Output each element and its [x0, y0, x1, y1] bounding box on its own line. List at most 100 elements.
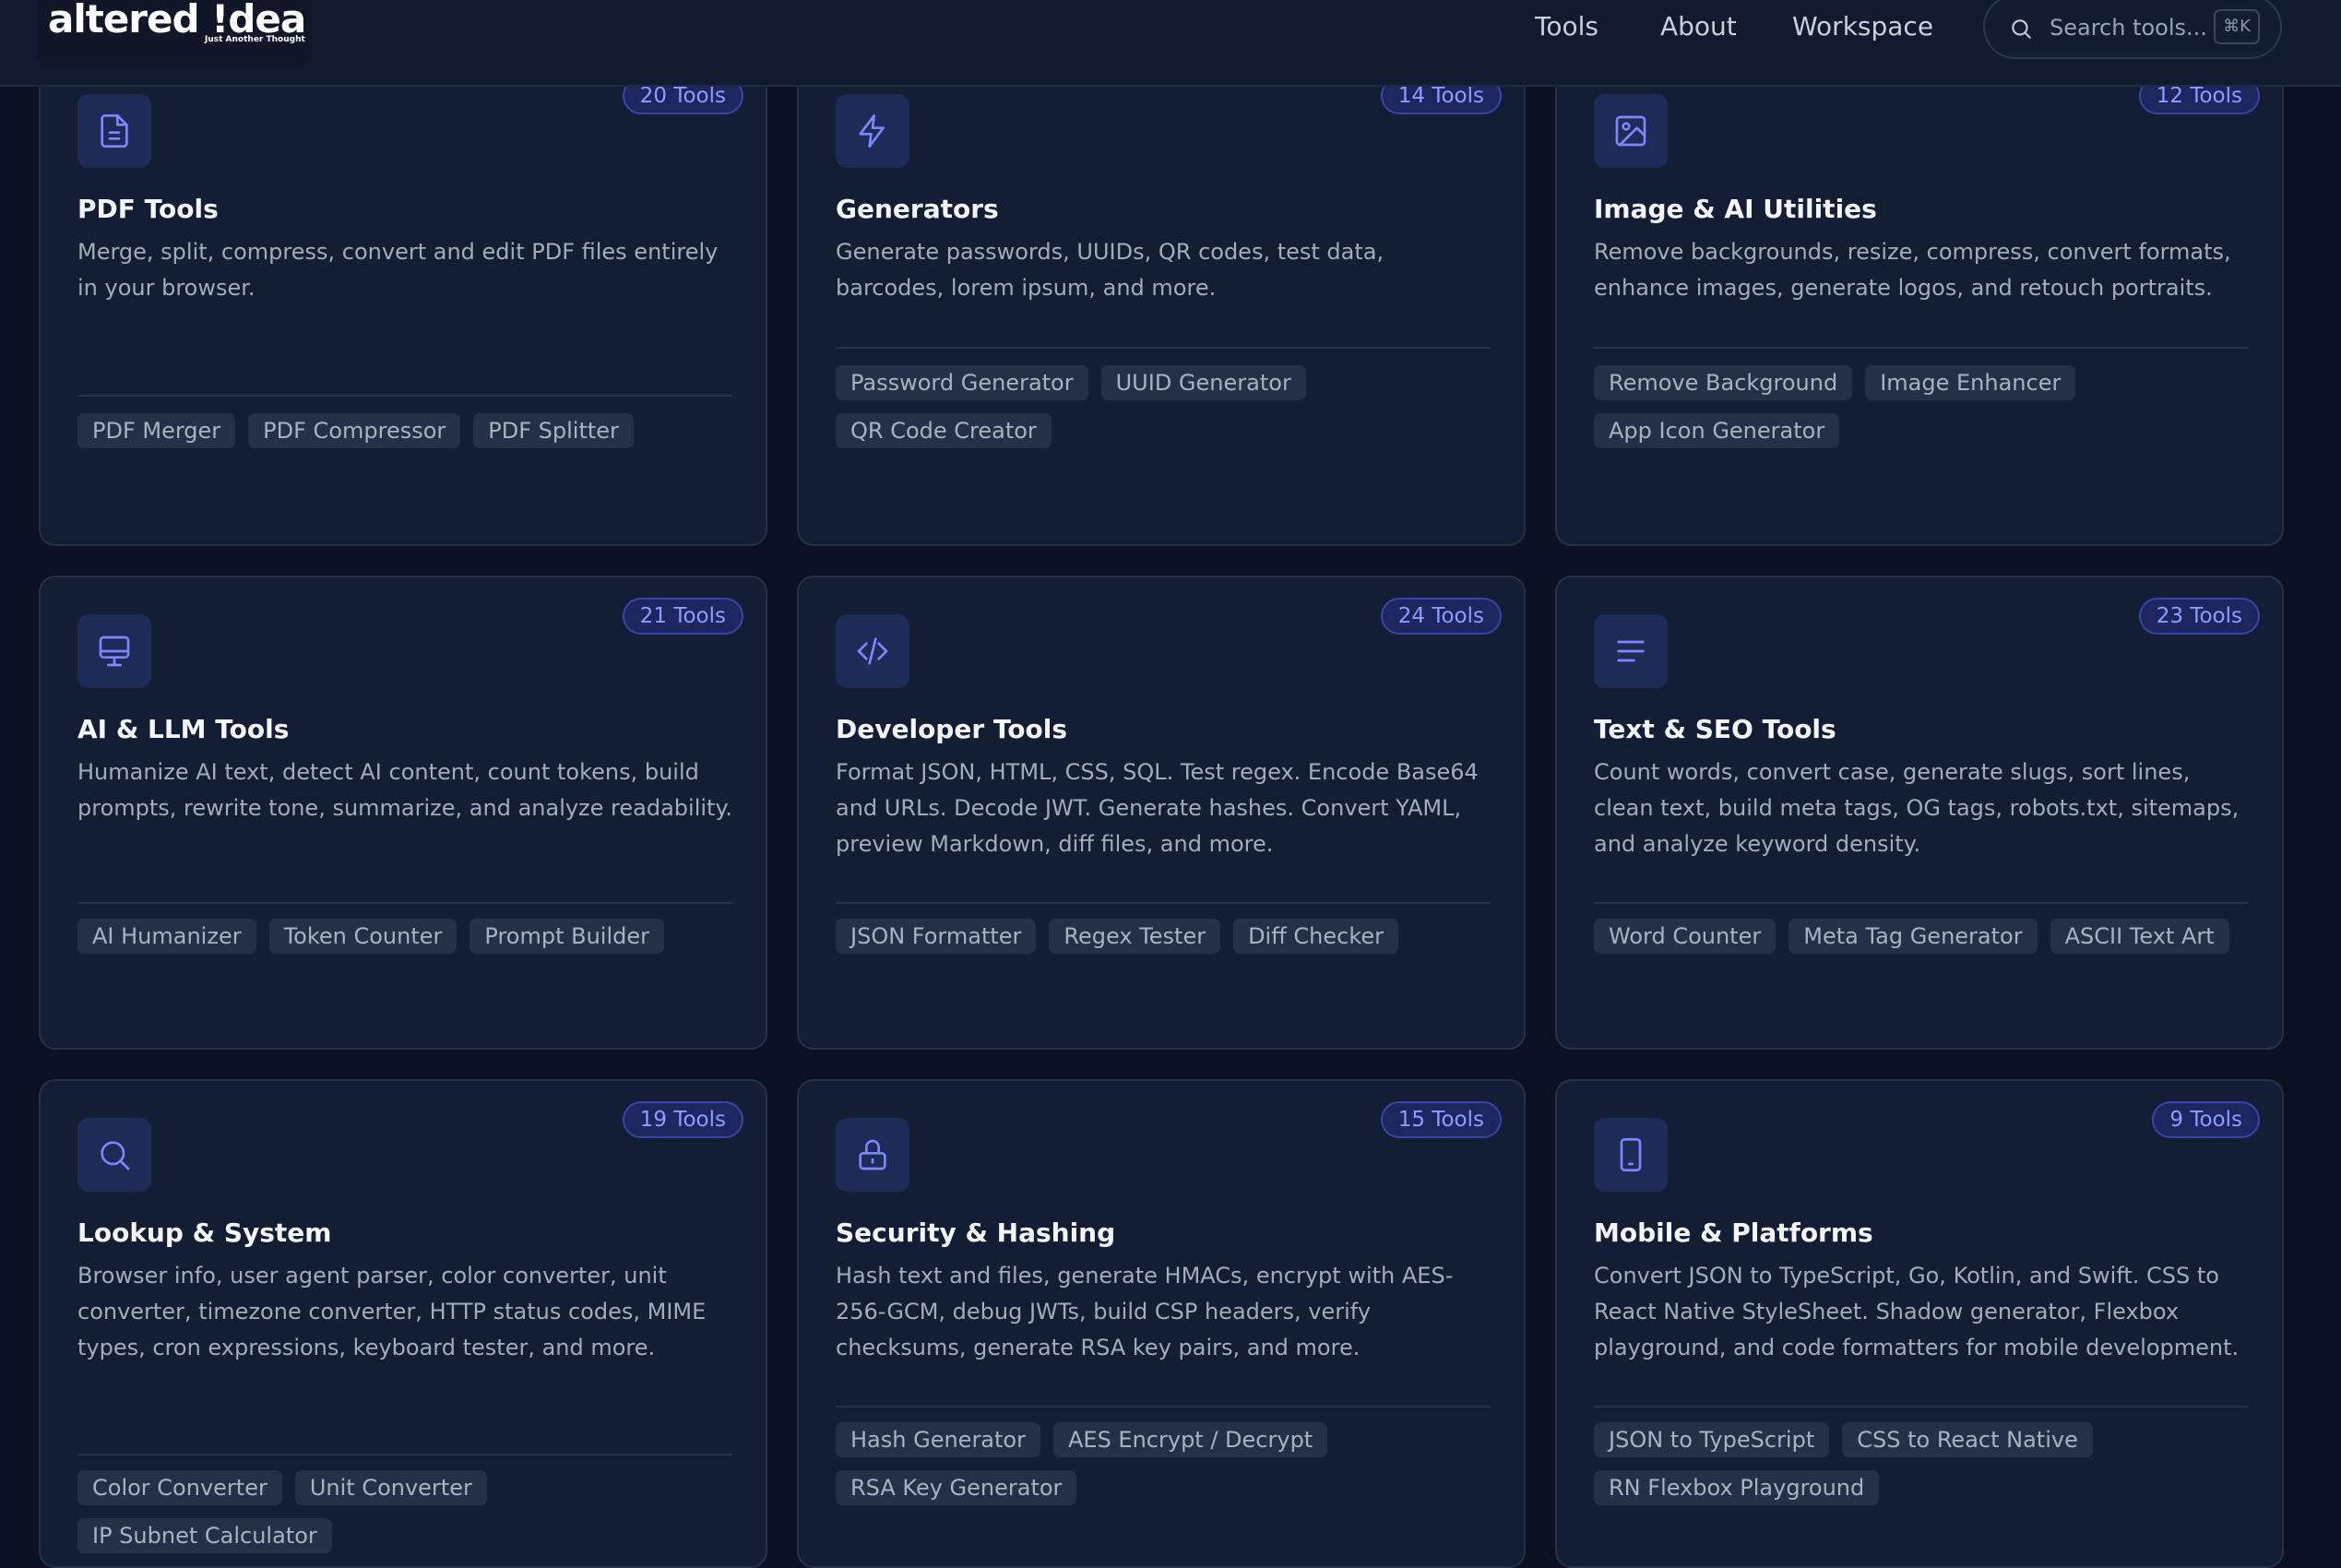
icon-tile: [836, 614, 909, 688]
tool-count-badge: 23 Tools: [2138, 598, 2260, 635]
card-title: Lookup & System: [77, 1218, 332, 1248]
code-icon: [857, 637, 888, 665]
tool-count-badge: 9 Tools: [2152, 1101, 2260, 1138]
nav-link-about[interactable]: About: [1660, 11, 1737, 42]
divider: [1594, 1406, 2249, 1408]
text-lines-icon: [1617, 640, 1645, 662]
tool-tag[interactable]: PDF Compressor: [248, 413, 461, 448]
smartphone-icon: [1620, 1138, 1642, 1171]
category-card-ai-llm[interactable]: 21 Tools AI & LLM Tools Humanize AI text…: [39, 576, 767, 1050]
search-icon: [2012, 19, 2031, 39]
tool-tag[interactable]: App Icon Generator: [1594, 413, 1840, 448]
tag-list: JSON Formatter Regex Tester Diff Checker: [836, 919, 1500, 954]
lightning-icon: [859, 114, 885, 148]
tool-tag[interactable]: CSS to React Native: [1842, 1422, 2093, 1457]
tool-tag[interactable]: UUID Generator: [1100, 365, 1306, 400]
card-title: Generators: [836, 194, 999, 224]
nav-link-tools[interactable]: Tools: [1535, 11, 1598, 42]
icon-tile: [1594, 94, 1668, 168]
tool-tag[interactable]: Remove Background: [1594, 365, 1853, 400]
category-card-image-ai[interactable]: 12 Tools Image & AI Utilities Remove bac…: [1555, 55, 2284, 546]
file-text-icon: [101, 114, 128, 148]
tool-tag[interactable]: RN Flexbox Playground: [1594, 1470, 1880, 1505]
card-title: Mobile & Platforms: [1594, 1218, 1873, 1248]
keyboard-shortcut-badge: ⌘K: [2214, 9, 2260, 44]
tool-tag[interactable]: IP Subnet Calculator: [77, 1518, 332, 1553]
tool-count-badge: 24 Tools: [1380, 598, 1502, 635]
tool-tag[interactable]: JSON to TypeScript: [1594, 1422, 1830, 1457]
card-title: Security & Hashing: [836, 1218, 1116, 1248]
divider: [77, 902, 732, 904]
tool-count-badge: 15 Tools: [1380, 1101, 1502, 1138]
tool-tag[interactable]: Word Counter: [1594, 919, 1777, 954]
divider: [1594, 347, 2249, 349]
image-icon: [1615, 115, 1646, 147]
tool-tag[interactable]: ASCII Text Art: [2050, 919, 2229, 954]
card-description: Generate passwords, UUIDs, QR codes, tes…: [836, 239, 1384, 301]
tool-tag[interactable]: PDF Merger: [77, 413, 236, 448]
tag-list: AI Humanizer Token Counter Prompt Builde…: [77, 919, 742, 954]
tool-tag[interactable]: Password Generator: [836, 365, 1088, 400]
tool-tag[interactable]: JSON Formatter: [836, 919, 1037, 954]
tag-list: PDF Merger PDF Compressor PDF Splitter: [77, 413, 742, 448]
divider: [836, 902, 1491, 904]
icon-tile: [77, 1118, 151, 1192]
site-logo[interactable]: altered !dea Just Another Thought: [37, 0, 312, 65]
card-description: Browser info, user agent parser, color c…: [77, 1263, 707, 1360]
icon-tile: [836, 94, 909, 168]
tag-list: Hash Generator AES Encrypt / Decrypt RSA…: [836, 1422, 1500, 1505]
tool-tag[interactable]: Hash Generator: [836, 1422, 1040, 1457]
tool-tag[interactable]: Regex Tester: [1049, 919, 1221, 954]
tag-list: Word Counter Meta Tag Generator ASCII Te…: [1594, 919, 2258, 954]
card-description: Convert JSON to TypeScript, Go, Kotlin, …: [1594, 1263, 2240, 1360]
category-card-generators[interactable]: 14 Tools Generators Generate passwords, …: [797, 55, 1526, 546]
tool-tag[interactable]: QR Code Creator: [836, 413, 1052, 448]
logo-tagline: Just Another Thought: [205, 35, 305, 44]
tool-tag[interactable]: Meta Tag Generator: [1788, 919, 2038, 954]
lock-icon: [859, 1139, 886, 1170]
tool-tag[interactable]: RSA Key Generator: [836, 1470, 1077, 1505]
tool-tag[interactable]: AI Humanizer: [77, 919, 256, 954]
tool-tag[interactable]: Unit Converter: [294, 1470, 487, 1505]
tool-tag[interactable]: Prompt Builder: [469, 919, 665, 954]
divider: [1594, 902, 2249, 904]
tool-count-badge: 21 Tools: [622, 598, 743, 635]
card-description: Humanize AI text, detect AI content, cou…: [77, 759, 732, 821]
card-title: AI & LLM Tools: [77, 714, 290, 744]
category-card-text-seo[interactable]: 23 Tools Text & SEO Tools Count words, c…: [1555, 576, 2284, 1050]
category-card-developer[interactable]: 24 Tools Developer Tools Format JSON, HT…: [797, 576, 1526, 1050]
tool-tag[interactable]: Color Converter: [77, 1470, 282, 1505]
tag-list: Color Converter Unit Converter IP Subnet…: [77, 1470, 742, 1553]
icon-tile: [836, 1118, 909, 1192]
tool-tag[interactable]: PDF Splitter: [473, 413, 634, 448]
top-navbar: altered !dea Just Another Thought Tools …: [0, 0, 2341, 87]
monitor-icon: [99, 636, 130, 667]
category-card-security-hashing[interactable]: 15 Tools Security & Hashing Hash text an…: [797, 1079, 1526, 1568]
card-title: Text & SEO Tools: [1594, 714, 1836, 744]
search-icon: [101, 1141, 130, 1170]
icon-tile: [77, 614, 151, 688]
card-title: PDF Tools: [77, 194, 219, 224]
nav-link-workspace[interactable]: Workspace: [1792, 11, 1933, 42]
divider: [836, 347, 1491, 349]
card-description: Count words, convert case, generate slug…: [1594, 759, 2240, 857]
icon-tile: [1594, 1118, 1668, 1192]
tag-list: Password Generator UUID Generator QR Cod…: [836, 365, 1500, 448]
card-description: Remove backgrounds, resize, compress, co…: [1594, 239, 2231, 301]
category-card-lookup-system[interactable]: 19 Tools Lookup & System Browser info, u…: [39, 1079, 767, 1568]
tool-tag[interactable]: Diff Checker: [1233, 919, 1398, 954]
icon-tile: [77, 94, 151, 168]
card-description: Merge, split, compress, convert and edit…: [77, 239, 719, 301]
tool-tag[interactable]: Token Counter: [268, 919, 458, 954]
search-placeholder: Search tools...: [2050, 15, 2207, 41]
card-description: Hash text and files, generate HMACs, enc…: [836, 1263, 1454, 1360]
tool-tag[interactable]: Image Enhancer: [1865, 365, 2076, 400]
tool-tag[interactable]: AES Encrypt / Decrypt: [1052, 1422, 1328, 1457]
category-card-pdf-tools[interactable]: 20 Tools PDF Tools Merge, split, compres…: [39, 55, 767, 546]
category-card-mobile-platforms[interactable]: 9 Tools Mobile & Platforms Convert JSON …: [1555, 1079, 2284, 1568]
divider: [77, 395, 732, 397]
card-title: Image & AI Utilities: [1594, 194, 1877, 224]
icon-tile: [1594, 614, 1668, 688]
search-box[interactable]: Search tools... ⌘K: [1983, 0, 2282, 59]
tag-list: JSON to TypeScript CSS to React Native R…: [1594, 1422, 2258, 1505]
